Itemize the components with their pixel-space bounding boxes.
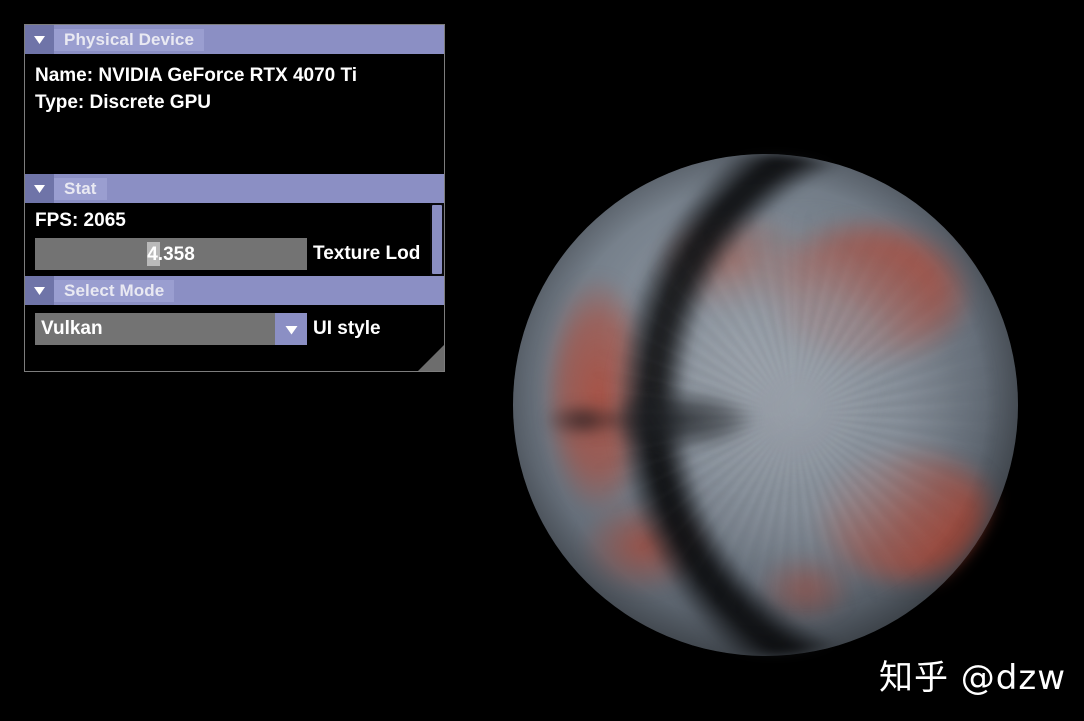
ui-style-combo[interactable]: Vulkan <box>35 313 307 345</box>
fps-readout: FPS: 2065 <box>35 210 126 231</box>
ui-style-selected-value: Vulkan <box>41 318 103 339</box>
watermark-text: 知乎 @dzw <box>878 658 1066 698</box>
application-viewport: Physical Device Name: NVIDIA GeForce RTX… <box>0 0 1084 721</box>
stat-scrollbar[interactable] <box>430 203 444 276</box>
texture-lod-slider[interactable]: 4.358 <box>35 238 307 270</box>
ui-style-combo-row: Vulkan UI style <box>25 313 444 345</box>
textured-sphere[interactable] <box>513 154 1018 656</box>
ui-style-label: UI style <box>313 318 381 339</box>
section-header-select-mode[interactable]: Select Mode <box>25 276 444 305</box>
debug-overlay-window[interactable]: Physical Device Name: NVIDIA GeForce RTX… <box>24 24 445 372</box>
chevron-down-icon[interactable] <box>25 25 54 54</box>
section-title-select-mode: Select Mode <box>54 279 175 302</box>
section-title-physical-device: Physical Device <box>54 28 205 51</box>
section-body-physical-device: Name: NVIDIA GeForce RTX 4070 Ti Type: D… <box>25 54 444 174</box>
device-name-line: Name: NVIDIA GeForce RTX 4070 Ti <box>35 65 358 86</box>
sphere-shading-layer <box>513 154 1018 656</box>
chevron-down-icon[interactable] <box>25 276 54 305</box>
stat-scrollbar-thumb[interactable] <box>432 205 442 274</box>
section-body-stat: FPS: 2065 4.358 Texture Lod <box>25 203 444 276</box>
texture-lod-label: Texture Lod <box>313 243 421 264</box>
device-type-line: Type: Discrete GPU <box>35 92 211 113</box>
texture-lod-slider-row: 4.358 Texture Lod <box>25 238 444 270</box>
texture-lod-value: 4.358 <box>147 243 195 265</box>
section-header-physical-device[interactable]: Physical Device <box>25 25 444 54</box>
resize-grip-icon[interactable] <box>418 345 444 371</box>
section-title-stat: Stat <box>54 177 107 200</box>
triangle-down-icon[interactable] <box>275 313 307 345</box>
section-body-select-mode: Vulkan UI style <box>25 313 444 368</box>
section-header-stat[interactable]: Stat <box>25 174 444 203</box>
chevron-down-icon[interactable] <box>25 174 54 203</box>
